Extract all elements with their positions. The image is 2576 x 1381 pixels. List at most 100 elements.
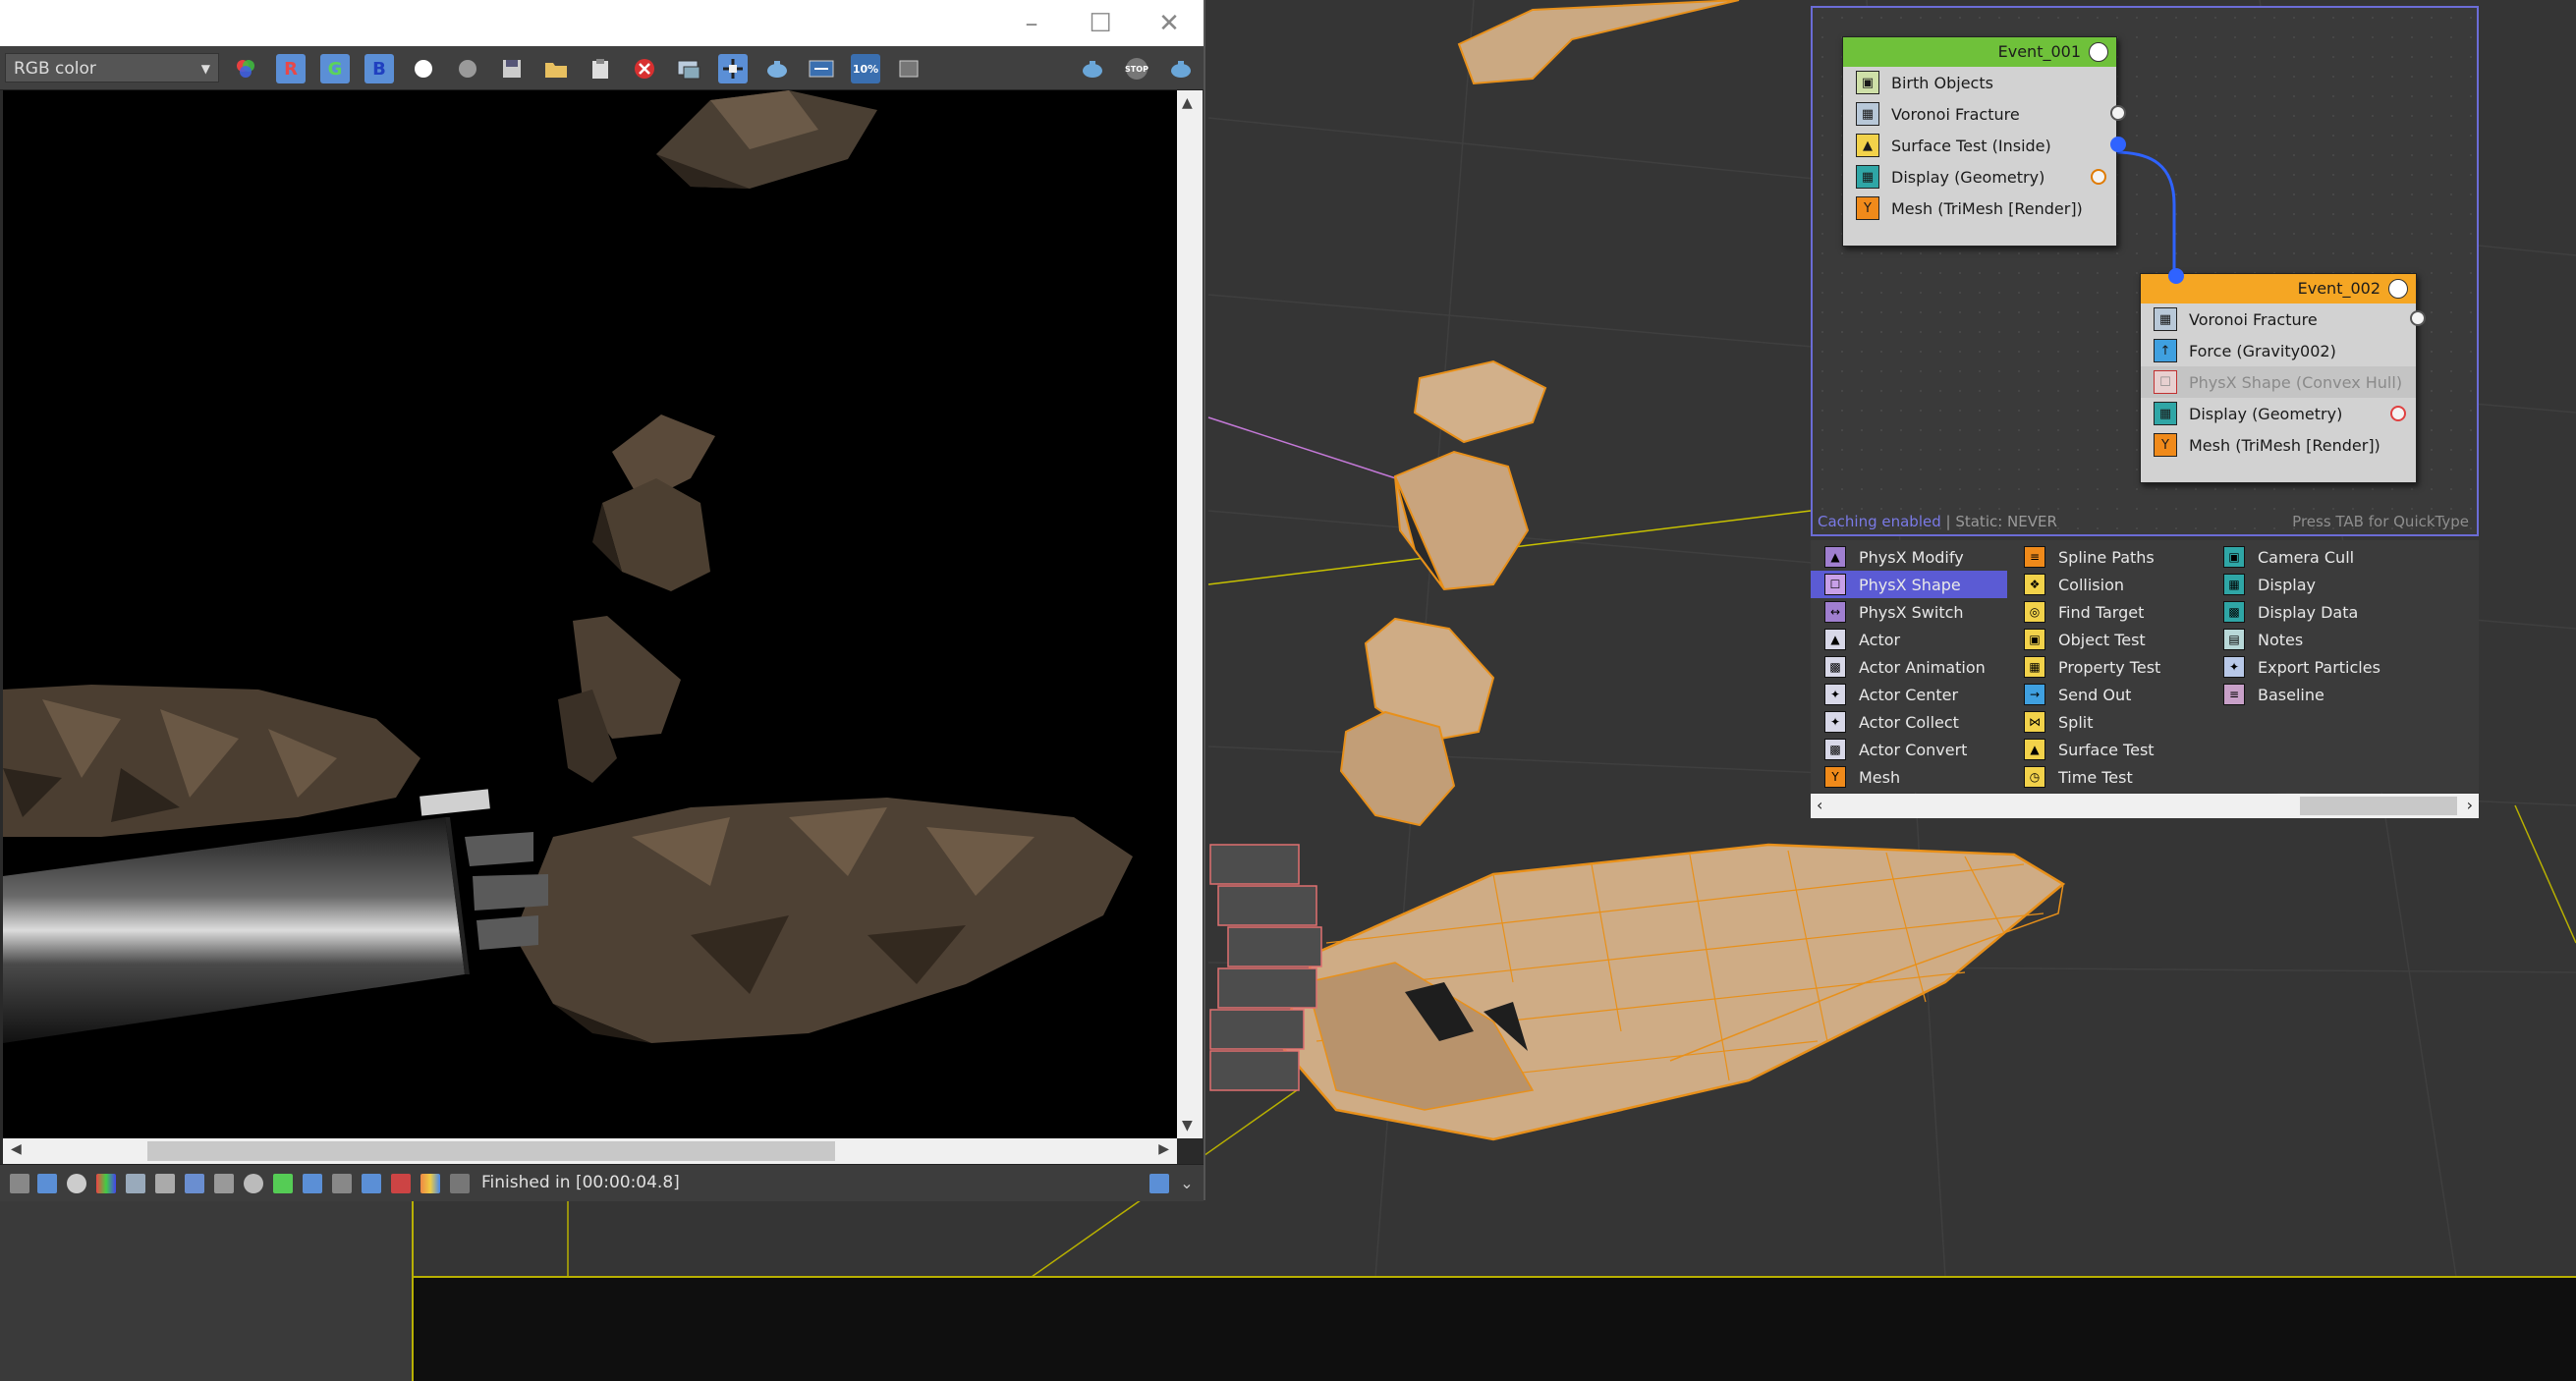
clone-frame-icon[interactable]: [674, 54, 703, 83]
lens-icon[interactable]: [362, 1174, 381, 1193]
lightbulb-icon[interactable]: [2388, 279, 2408, 299]
static-label: | Static: NEVER: [1940, 513, 2057, 530]
render-production-icon[interactable]: [1166, 54, 1196, 83]
display-color-swatch[interactable]: [2091, 169, 2106, 185]
layers-icon[interactable]: [126, 1174, 145, 1193]
depot-item[interactable]: ✦ Actor Collect: [1811, 708, 2007, 736]
depot-item[interactable]: ▲ Actor: [1811, 626, 2007, 653]
display-icon[interactable]: [37, 1174, 57, 1193]
event-node-001[interactable]: Event_001 ▣ Birth Objects ▦ Voronoi Frac…: [1842, 36, 2126, 247]
channel-dropdown[interactable]: RGB color ▼: [5, 53, 219, 83]
frame-icon[interactable]: [10, 1174, 29, 1193]
depot-item[interactable]: ▦ Display: [2210, 571, 2406, 598]
depot-item[interactable]: ◷ Time Test: [2010, 763, 2207, 791]
depot-item[interactable]: ⋈ Split: [2010, 708, 2207, 736]
monochrome-icon[interactable]: [453, 54, 482, 83]
depot-item[interactable]: ▩ Actor Animation: [1811, 653, 2007, 681]
compare-ab-icon[interactable]: [391, 1174, 411, 1193]
zoom-percent-button[interactable]: 10%: [851, 54, 880, 83]
expand-chevron-icon[interactable]: ⌄: [1177, 1174, 1197, 1193]
scroll-left-icon[interactable]: ◀: [11, 1141, 22, 1157]
operator-row[interactable]: Y Mesh (TriMesh [Render]): [1843, 193, 2116, 224]
depot-item[interactable]: → Send Out: [2010, 681, 2207, 708]
open-folder-icon[interactable]: [541, 54, 571, 83]
scroll-thumb[interactable]: [2300, 797, 2457, 815]
alpha-white-icon[interactable]: [409, 54, 438, 83]
depot-item[interactable]: ▩ Actor Convert: [1811, 736, 2007, 763]
vertical-scrollbar[interactable]: ▲ ▼: [1177, 90, 1203, 1138]
mono-channel-icon[interactable]: [231, 54, 260, 83]
rendered-image[interactable]: [3, 90, 1177, 1138]
pin-icon[interactable]: [450, 1174, 470, 1193]
minimize-button[interactable]: –: [997, 0, 1066, 46]
operator-row[interactable]: ▦ Voronoi Fracture: [1843, 98, 2126, 130]
operator-row[interactable]: Y Mesh (TriMesh [Render]): [2141, 429, 2416, 461]
lightbulb-icon[interactable]: [2089, 42, 2108, 62]
clipboard-icon[interactable]: [586, 54, 615, 83]
depot-item-selected[interactable]: ☐ PhysX Shape: [1811, 571, 2007, 598]
stop-render-button[interactable]: STOP: [1122, 54, 1151, 83]
operator-row[interactable]: ▦ Display (Geometry): [1843, 161, 2116, 193]
blue-channel-button[interactable]: B: [364, 54, 394, 83]
dock-icon[interactable]: [1149, 1174, 1169, 1193]
depot-item[interactable]: ▤ Notes: [2210, 626, 2406, 653]
teapot-render-icon[interactable]: [762, 54, 792, 83]
operator-row[interactable]: ▦ Display (Geometry): [2141, 398, 2416, 429]
scroll-right-icon[interactable]: ▶: [1158, 1141, 1169, 1157]
input-port[interactable]: [2168, 268, 2184, 284]
curve-icon[interactable]: [303, 1174, 322, 1193]
close-button[interactable]: ✕: [1135, 0, 1204, 46]
region-render-icon[interactable]: [718, 54, 748, 83]
render-teapot-icon[interactable]: [1078, 54, 1107, 83]
depot-item[interactable]: ≡ Baseline: [2210, 681, 2406, 708]
connected-port[interactable]: [2110, 137, 2126, 152]
save-image-icon[interactable]: [497, 54, 527, 83]
depot-scrollbar[interactable]: ‹ ›: [1811, 794, 2479, 818]
scroll-down-icon[interactable]: ▼: [1182, 1118, 1193, 1133]
red-channel-button[interactable]: R: [276, 54, 306, 83]
operator-row-disabled[interactable]: ☐ PhysX Shape (Convex Hull): [2141, 366, 2416, 398]
depot-item[interactable]: ↔ PhysX Switch: [1811, 598, 2007, 626]
histogram-icon[interactable]: [185, 1174, 204, 1193]
scroll-left-icon[interactable]: ‹: [1817, 796, 1822, 814]
output-port[interactable]: [2110, 105, 2126, 121]
scroll-up-icon[interactable]: ▲: [1182, 95, 1193, 111]
event-header[interactable]: Event_001: [1843, 37, 2116, 67]
depot-item[interactable]: ▲ PhysX Modify: [1811, 543, 2007, 571]
color-icon[interactable]: [96, 1174, 116, 1193]
depot-item[interactable]: ▲ Surface Test: [2010, 736, 2207, 763]
sun-icon[interactable]: [244, 1174, 263, 1193]
operator-row[interactable]: ▣ Birth Objects: [1843, 67, 2116, 98]
depot-item[interactable]: Y Mesh: [1811, 763, 2007, 791]
depot-item[interactable]: ◎ Find Target: [2010, 598, 2207, 626]
operator-row[interactable]: ▦ Voronoi Fracture: [2141, 304, 2426, 335]
compare-icon[interactable]: [807, 54, 836, 83]
output-port[interactable]: [2410, 310, 2426, 326]
render-setup-icon[interactable]: [895, 54, 924, 83]
maximize-button[interactable]: ☐: [1066, 0, 1135, 46]
scroll-right-icon[interactable]: ›: [2467, 796, 2473, 814]
depot-item[interactable]: ▣ Object Test: [2010, 626, 2207, 653]
scroll-thumb[interactable]: [147, 1141, 835, 1161]
event-node-002[interactable]: Event_002 ▦ Voronoi Fracture ↑ Force (Gr…: [2140, 268, 2426, 483]
depot-item[interactable]: ✦ Export Particles: [2210, 653, 2406, 681]
display-color-swatch[interactable]: [2390, 406, 2406, 421]
green-channel-button[interactable]: G: [320, 54, 350, 83]
depot-item[interactable]: ▦ Property Test: [2010, 653, 2207, 681]
depot-item[interactable]: ≡ Spline Paths: [2010, 543, 2207, 571]
info-icon[interactable]: [67, 1174, 86, 1193]
level-icon[interactable]: [273, 1174, 293, 1193]
operator-row[interactable]: ↑ Force (Gravity002): [2141, 335, 2416, 366]
lut-icon[interactable]: [332, 1174, 352, 1193]
particle-view-panel[interactable]: Event_001 ▣ Birth Objects ▦ Voronoi Frac…: [1811, 6, 2479, 536]
list-icon[interactable]: [155, 1174, 175, 1193]
depot-item[interactable]: ▣ Camera Cull: [2210, 543, 2406, 571]
clear-icon[interactable]: [630, 54, 659, 83]
operator-row[interactable]: ▲ Surface Test (Inside): [1843, 130, 2126, 161]
horizontal-scrollbar[interactable]: ◀ ▶: [3, 1138, 1177, 1164]
grid-icon[interactable]: [214, 1174, 234, 1193]
depot-item[interactable]: ▩ Display Data: [2210, 598, 2406, 626]
bars-icon[interactable]: [420, 1174, 440, 1193]
depot-item[interactable]: ✦ Actor Center: [1811, 681, 2007, 708]
depot-item[interactable]: ❖ Collision: [2010, 571, 2207, 598]
